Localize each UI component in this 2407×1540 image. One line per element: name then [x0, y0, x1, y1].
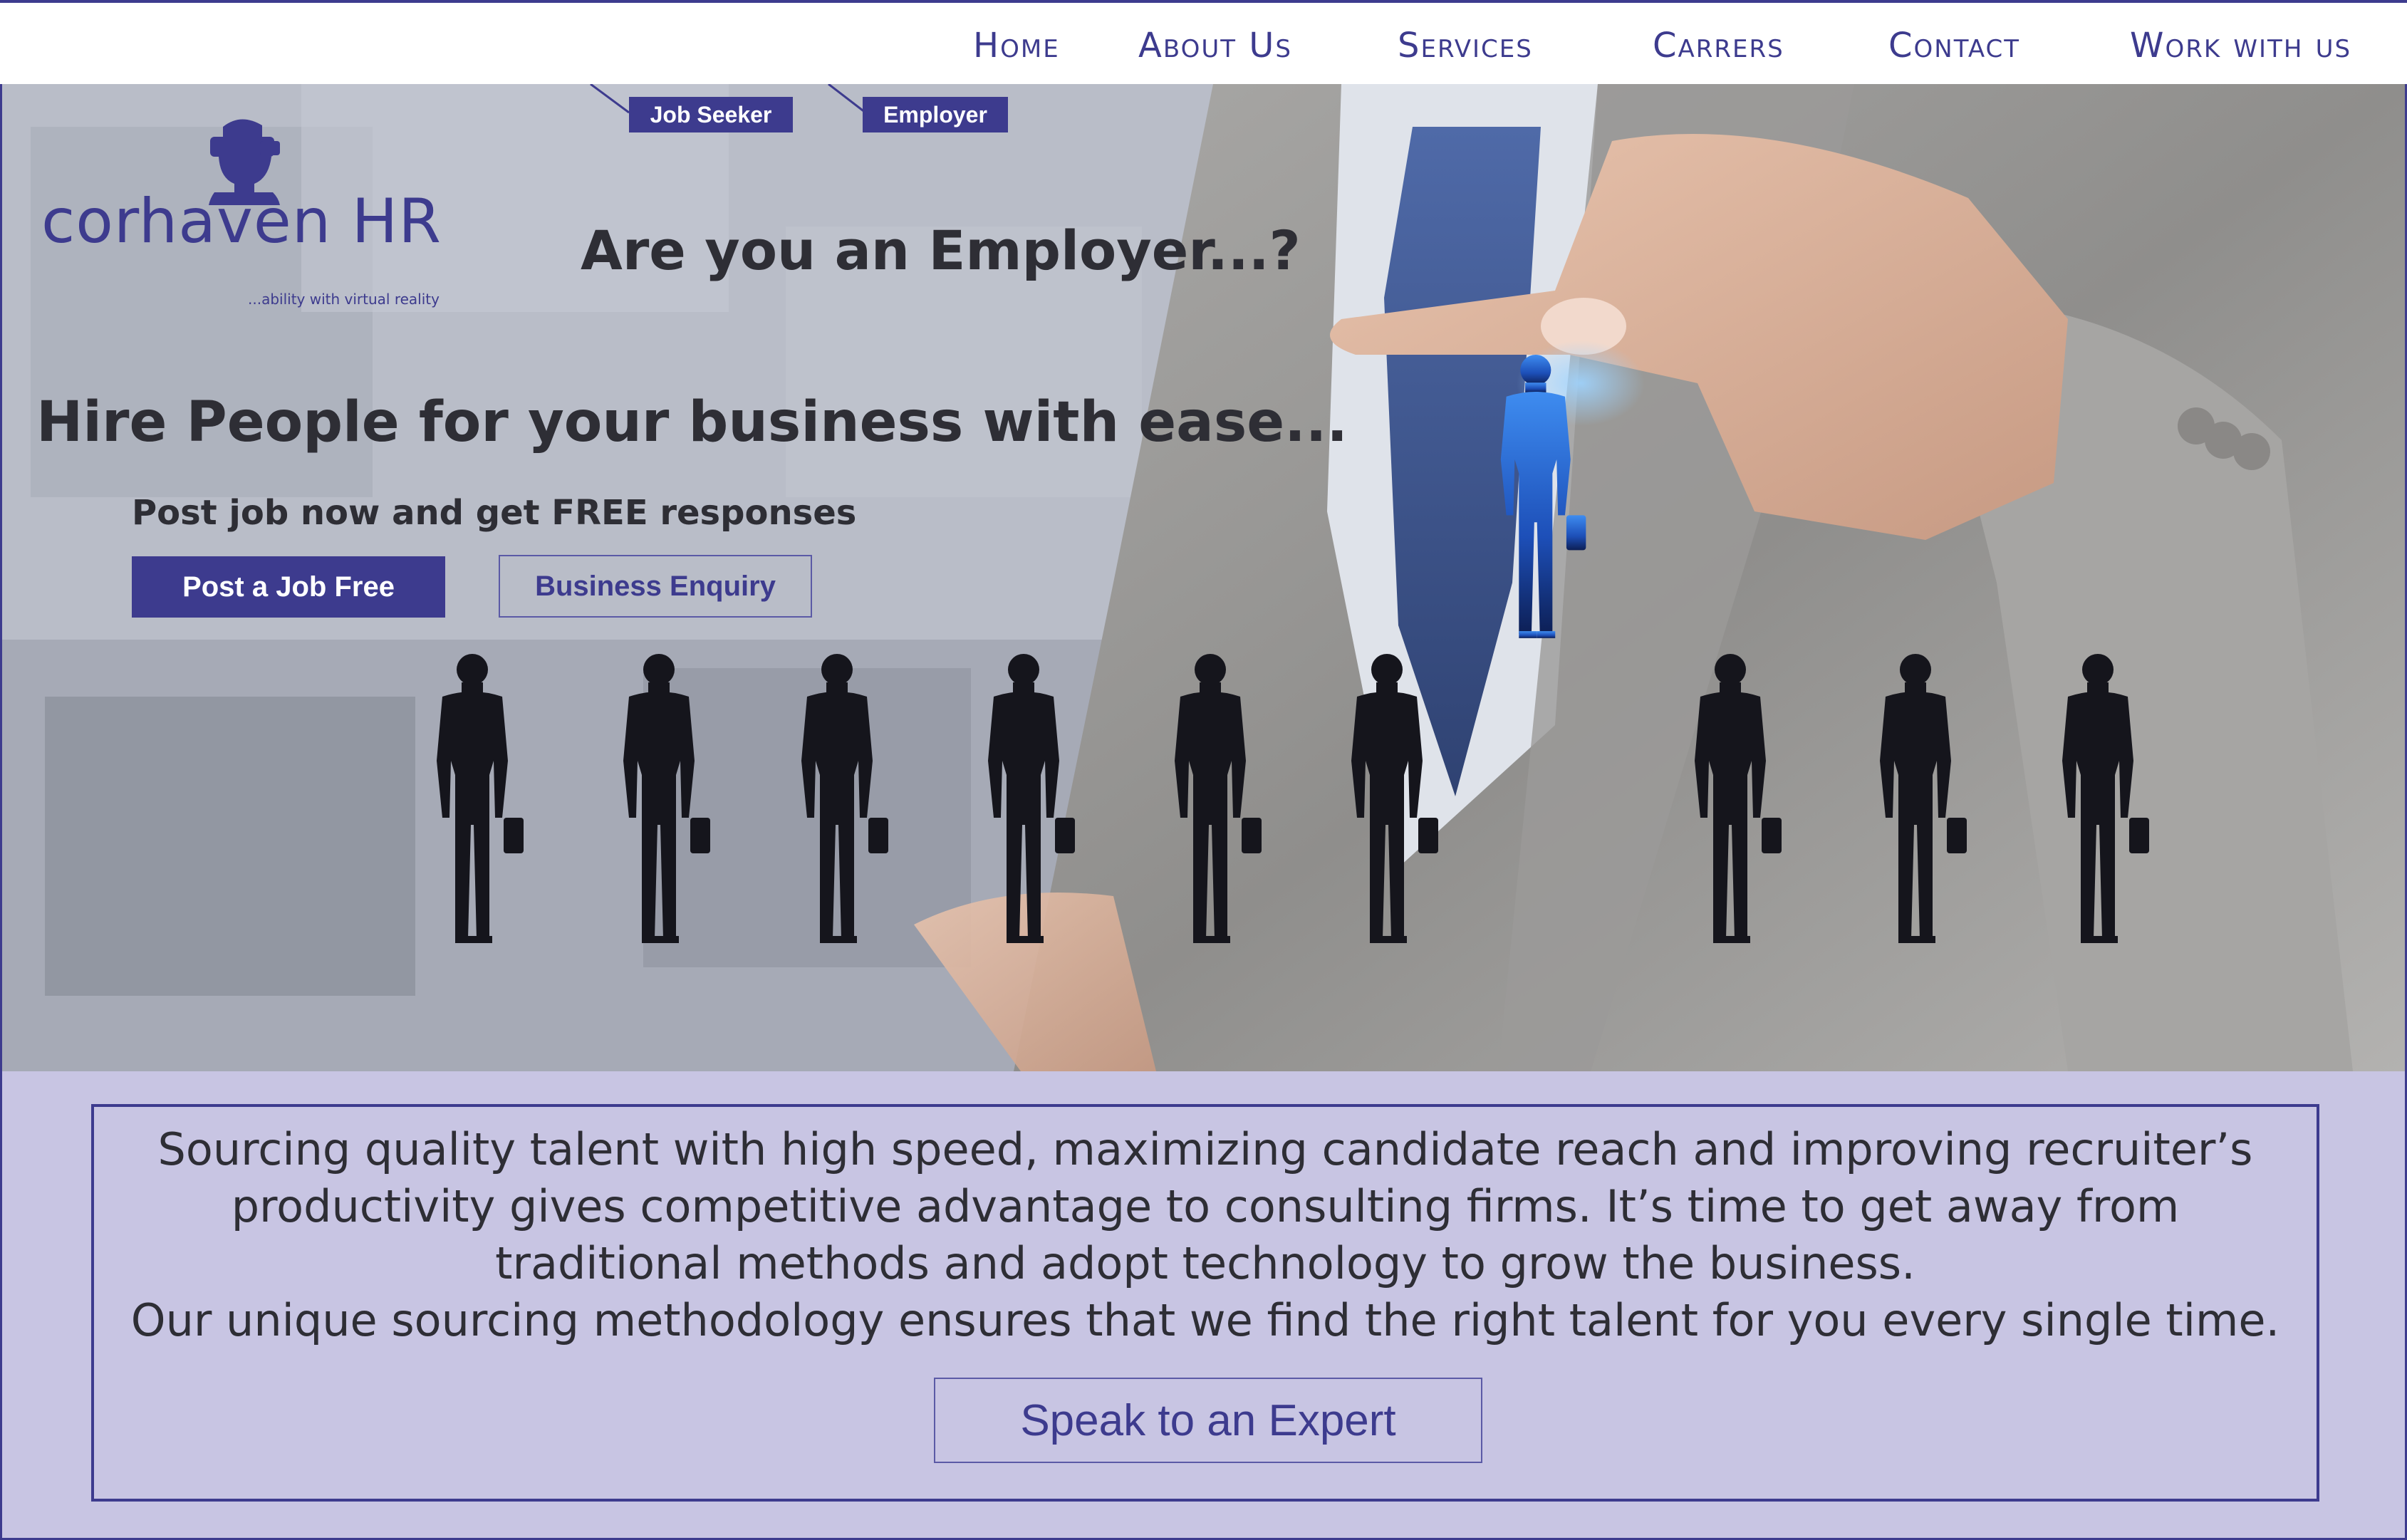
tab-job-seeker[interactable]: Job Seeker [629, 97, 793, 132]
nav-contact[interactable]: Contact [1888, 28, 2020, 63]
top-navigation: Home About Us Services Carrers Contact W… [0, 0, 2407, 84]
businessman-silhouette-icon [437, 654, 2149, 943]
info-section: Sourcing quality talent with high speed,… [0, 1071, 2407, 1540]
nav-about-us[interactable]: About Us [1138, 28, 1292, 63]
post-job-free-button[interactable]: Post a Job Free [132, 556, 445, 618]
hero-headline: Hire People for your business with ease.… [36, 390, 1348, 454]
hero-subheadline: Post job now and get FREE responses [132, 493, 857, 533]
brand-tagline: ...ability with virtual reality [248, 291, 440, 308]
info-box: Sourcing quality talent with high speed,… [91, 1104, 2319, 1502]
nav-services[interactable]: Services [1398, 28, 1533, 63]
highlighted-candidate-icon [1500, 355, 1586, 638]
info-text: Sourcing quality talent with high speed,… [123, 1121, 2288, 1349]
speak-to-expert-button[interactable]: Speak to an Expert [934, 1378, 1482, 1463]
nav-work-with-us[interactable]: Work with us [2130, 28, 2351, 63]
employer-question: Are you an Employer...? [581, 219, 1301, 282]
nav-careers[interactable]: Carrers [1653, 28, 1784, 63]
business-enquiry-button[interactable]: Business Enquiry [499, 555, 812, 618]
hero-banner: corhaven HR ...ability with virtual real… [0, 84, 2407, 1071]
tab-employer[interactable]: Employer [863, 97, 1008, 132]
info-paragraph-1: Sourcing quality talent with high speed,… [157, 1123, 2253, 1289]
info-paragraph-2: Our unique sourcing methodology ensures … [130, 1294, 2280, 1346]
brand-name: corhaven HR [41, 186, 442, 257]
nav-home[interactable]: Home [973, 28, 1060, 63]
